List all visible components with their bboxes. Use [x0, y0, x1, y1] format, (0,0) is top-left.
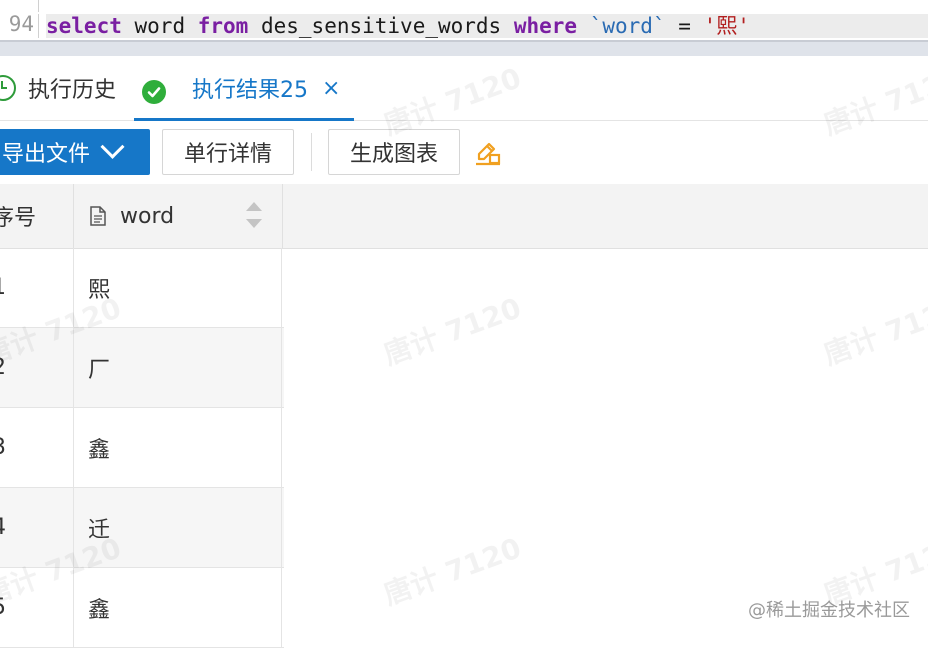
- table-row[interactable]: 1 熙: [0, 248, 284, 328]
- cell-index: 4: [0, 488, 74, 567]
- gutter-divider: [38, 14, 39, 38]
- chevron-down-icon: [100, 134, 125, 159]
- sql-editor[interactable]: 94 95 select word from des_sensitive_wor…: [0, 0, 928, 62]
- edit-pencil-icon[interactable]: [473, 137, 503, 167]
- cell-index: 3: [0, 408, 74, 487]
- gutter-divider: [38, 0, 39, 12]
- keyword-from: from: [197, 14, 249, 38]
- close-icon[interactable]: ×: [322, 76, 340, 101]
- cell-index-text: 1: [0, 275, 6, 300]
- column-header-word[interactable]: word: [74, 184, 283, 248]
- source-credit: @稀土掘金技术社区: [748, 600, 910, 621]
- cell-word[interactable]: 鑫: [74, 408, 282, 487]
- cell-word[interactable]: 迁: [74, 488, 282, 567]
- sort-arrows-icon[interactable]: [246, 202, 262, 230]
- cell-index-text: 4: [0, 515, 6, 540]
- identifier-quoted: `word`: [589, 14, 666, 38]
- code-text[interactable]: select word from des_sensitive_words whe…: [46, 14, 928, 38]
- document-icon: [90, 206, 106, 226]
- keyword-where: where: [513, 14, 578, 38]
- editor-line-95: 95 select word from des_sensitive_words …: [0, 14, 928, 62]
- column-header-index-label: 序号: [0, 206, 37, 231]
- identifier-word: word: [134, 14, 186, 38]
- cell-index: 2: [0, 328, 74, 407]
- identifier-table: des_sensitive_words: [260, 14, 502, 38]
- column-header-word-label: word: [120, 203, 175, 229]
- cell-word[interactable]: 熙: [74, 248, 282, 327]
- table-row[interactable]: 5 鑫: [0, 568, 284, 648]
- row-detail-button[interactable]: 单行详情: [162, 129, 294, 175]
- cell-word[interactable]: 厂: [74, 328, 282, 407]
- result-tabs: 执行历史 执行结果25 ×: [0, 56, 928, 121]
- toolbar-divider: [311, 133, 312, 171]
- generate-chart-button[interactable]: 生成图表: [328, 129, 460, 175]
- code-text[interactable]: [46, 0, 928, 12]
- result-toolbar: 导出文件 单行详情 生成图表: [0, 121, 928, 183]
- tab-history-label: 执行历史: [28, 78, 117, 103]
- operator-equals: =: [678, 14, 691, 38]
- row-detail-label: 单行详情: [183, 142, 272, 167]
- editor-line-94: 94: [0, 0, 928, 36]
- editor-scrollbar[interactable]: [0, 40, 928, 56]
- tab-result[interactable]: 执行结果25 ×: [134, 56, 354, 121]
- cell-index-text: 3: [0, 435, 6, 460]
- cell-word[interactable]: 鑫: [74, 568, 282, 647]
- grid-header: 序号 word: [0, 184, 928, 249]
- generate-chart-label: 生成图表: [349, 142, 438, 167]
- watermark: 唐计 7120: [379, 531, 526, 612]
- keyword-select: select: [46, 14, 122, 38]
- watermark: 唐计 7120: [819, 291, 928, 372]
- export-file-button[interactable]: 导出文件: [0, 129, 150, 175]
- tab-result-label: 执行结果25: [192, 78, 308, 103]
- table-row[interactable]: 3 鑫: [0, 408, 284, 488]
- cell-index: 1: [0, 248, 74, 327]
- table-row[interactable]: 4 迁: [0, 488, 284, 568]
- watermark: 唐计 7120: [379, 291, 526, 372]
- string-literal: '熙': [703, 14, 750, 38]
- table-row[interactable]: 2 厂: [0, 328, 284, 408]
- cell-index-text: 5: [0, 595, 6, 620]
- cell-index-text: 2: [0, 355, 6, 380]
- grid-body: 1 熙 2 厂 3 鑫 4 迁 5 鑫: [0, 248, 284, 648]
- export-file-label: 导出文件: [2, 142, 91, 167]
- column-header-index[interactable]: 序号: [0, 184, 74, 248]
- cell-index: 5: [0, 568, 74, 647]
- tab-history[interactable]: 执行历史: [0, 56, 116, 120]
- history-clock-icon: [0, 75, 16, 101]
